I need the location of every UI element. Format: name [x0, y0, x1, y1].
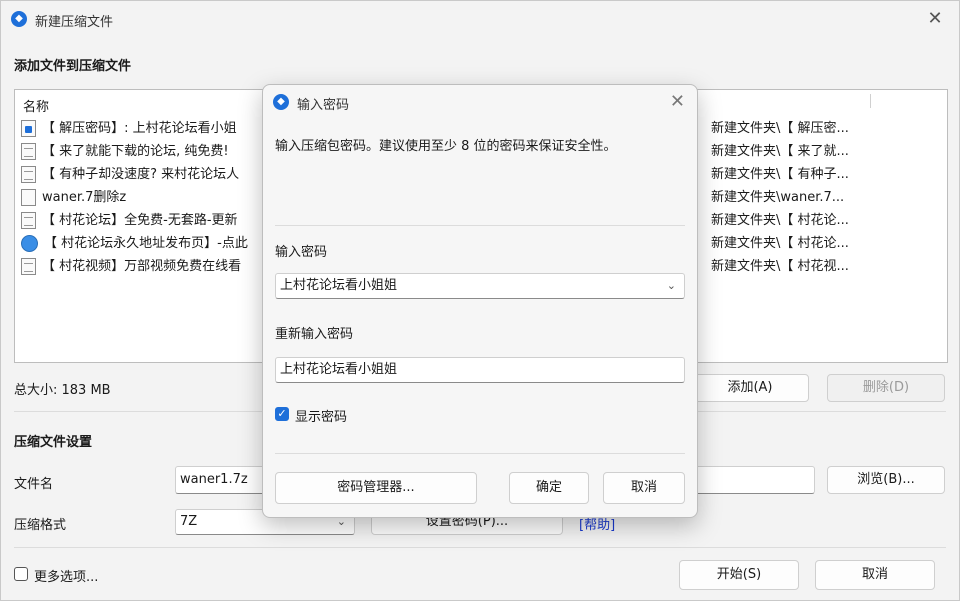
file-path: 新建文件夹\【 来了就... [711, 144, 849, 159]
divider [14, 547, 946, 548]
text-file-icon [21, 166, 36, 183]
blank-file-icon [21, 189, 36, 206]
cancel-button[interactable]: 取消 [815, 560, 935, 590]
reenter-password-label: 重新输入密码 [275, 327, 354, 342]
chevron-down-icon[interactable]: ⌄ [667, 274, 676, 298]
text-file-icon [21, 258, 36, 275]
globe-icon [21, 235, 38, 252]
list-item[interactable]: 【 村花视频】万部视频免费在线看 [21, 256, 241, 278]
column-divider[interactable] [870, 94, 871, 108]
file-path: 新建文件夹\【 村花论... [711, 213, 849, 228]
more-options-label[interactable]: 更多选项... [34, 566, 98, 585]
file-path: 新建文件夹\【 解压密... [711, 121, 849, 136]
reenter-password-input[interactable]: 上村花论坛看小姐姐 [275, 357, 685, 383]
file-name: 【 有种子却没速度? 来村花论坛人 [42, 167, 240, 182]
file-name: 【 解压密码】: 上村花论坛看小姐 [42, 121, 237, 136]
special-file-icon [21, 120, 36, 137]
show-password-label[interactable]: 显示密码 [295, 406, 347, 425]
file-name: 【 村花视频】万部视频免费在线看 [42, 259, 242, 274]
list-item[interactable]: 【 村花论坛】全免费-无套路-更新 [21, 210, 238, 232]
list-item[interactable]: 【 解压密码】: 上村花论坛看小姐 [21, 118, 237, 140]
password-input[interactable]: 上村花论坛看小姐姐 ⌄ [275, 273, 685, 299]
password-manager-button[interactable]: 密码管理器... [275, 472, 477, 504]
dialog-cancel-button[interactable]: 取消 [603, 472, 685, 504]
file-path: 新建文件夹\【 有种子... [711, 167, 849, 182]
file-name: 【 来了就能下载的论坛, 纯免费! [42, 144, 229, 159]
password-dialog: ◆ 输入密码 ✕ 输入压缩包密码。建议使用至少 8 位的密码来保证安全性。 输入… [262, 84, 698, 518]
filename-label: 文件名 [14, 477, 54, 492]
start-button[interactable]: 开始(S) [679, 560, 799, 590]
file-name: 【 村花论坛】全免费-无套路-更新 [42, 213, 238, 228]
ok-button[interactable]: 确定 [509, 472, 589, 504]
list-item[interactable]: 【 来了就能下载的论坛, 纯免费! [21, 141, 229, 163]
show-password-checkbox[interactable]: ✓ [275, 407, 289, 421]
column-header-name[interactable]: 名称 [23, 96, 49, 115]
format-label: 压缩格式 [14, 518, 67, 533]
title-bar: ◆ 新建压缩文件 ✕ [1, 1, 959, 37]
close-icon[interactable]: ✕ [925, 9, 945, 29]
password-label: 输入密码 [275, 245, 328, 260]
window-title: 新建压缩文件 [35, 15, 114, 30]
list-item[interactable]: 【 有种子却没速度? 来村花论坛人 [21, 164, 239, 186]
more-options-checkbox[interactable] [14, 567, 28, 581]
password-value: 上村花论坛看小姐姐 [280, 278, 398, 293]
file-path: 新建文件夹\waner.7... [711, 190, 845, 205]
file-path: 新建文件夹\【 村花视... [711, 259, 849, 274]
add-files-heading: 添加文件到压缩文件 [14, 59, 132, 74]
close-icon[interactable]: ✕ [670, 91, 685, 112]
file-name: waner.7删除z [42, 190, 127, 205]
list-item[interactable]: waner.7删除z [21, 187, 126, 209]
add-button[interactable]: 添加(A) [691, 374, 809, 402]
password-hint: 输入压缩包密码。建议使用至少 8 位的密码来保证安全性。 [275, 139, 617, 154]
file-name: 【 村花论坛永久地址发布页】-点此 [44, 236, 248, 251]
delete-button[interactable]: 删除(D) [827, 374, 945, 402]
app-logo-icon: ◆ [11, 11, 27, 27]
file-path: 新建文件夹\【 村花论... [711, 236, 849, 251]
compression-settings-heading: 压缩文件设置 [14, 435, 93, 450]
dialog-title: 输入密码 [297, 98, 350, 113]
divider [275, 225, 685, 226]
list-item[interactable]: 【 村花论坛永久地址发布页】-点此 [21, 233, 248, 255]
divider [275, 453, 685, 454]
total-size-text: 总大小: 183 MB [14, 383, 111, 398]
app-logo-icon: ◆ [273, 94, 289, 110]
browse-button[interactable]: 浏览(B)... [827, 466, 945, 494]
text-file-icon [21, 143, 36, 160]
format-value: 7Z [180, 514, 198, 529]
text-file-icon [21, 212, 36, 229]
